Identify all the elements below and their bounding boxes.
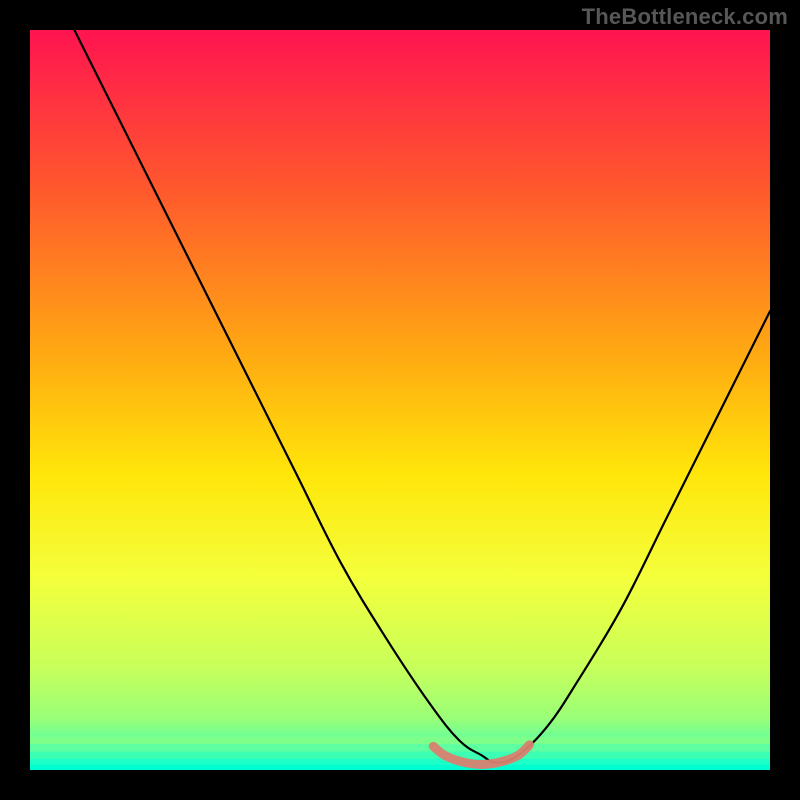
chart-canvas: TheBottleneck.com — [0, 0, 800, 800]
watermark-text: TheBottleneck.com — [582, 4, 788, 30]
plot-area — [30, 30, 770, 770]
plot-svg — [30, 30, 770, 770]
